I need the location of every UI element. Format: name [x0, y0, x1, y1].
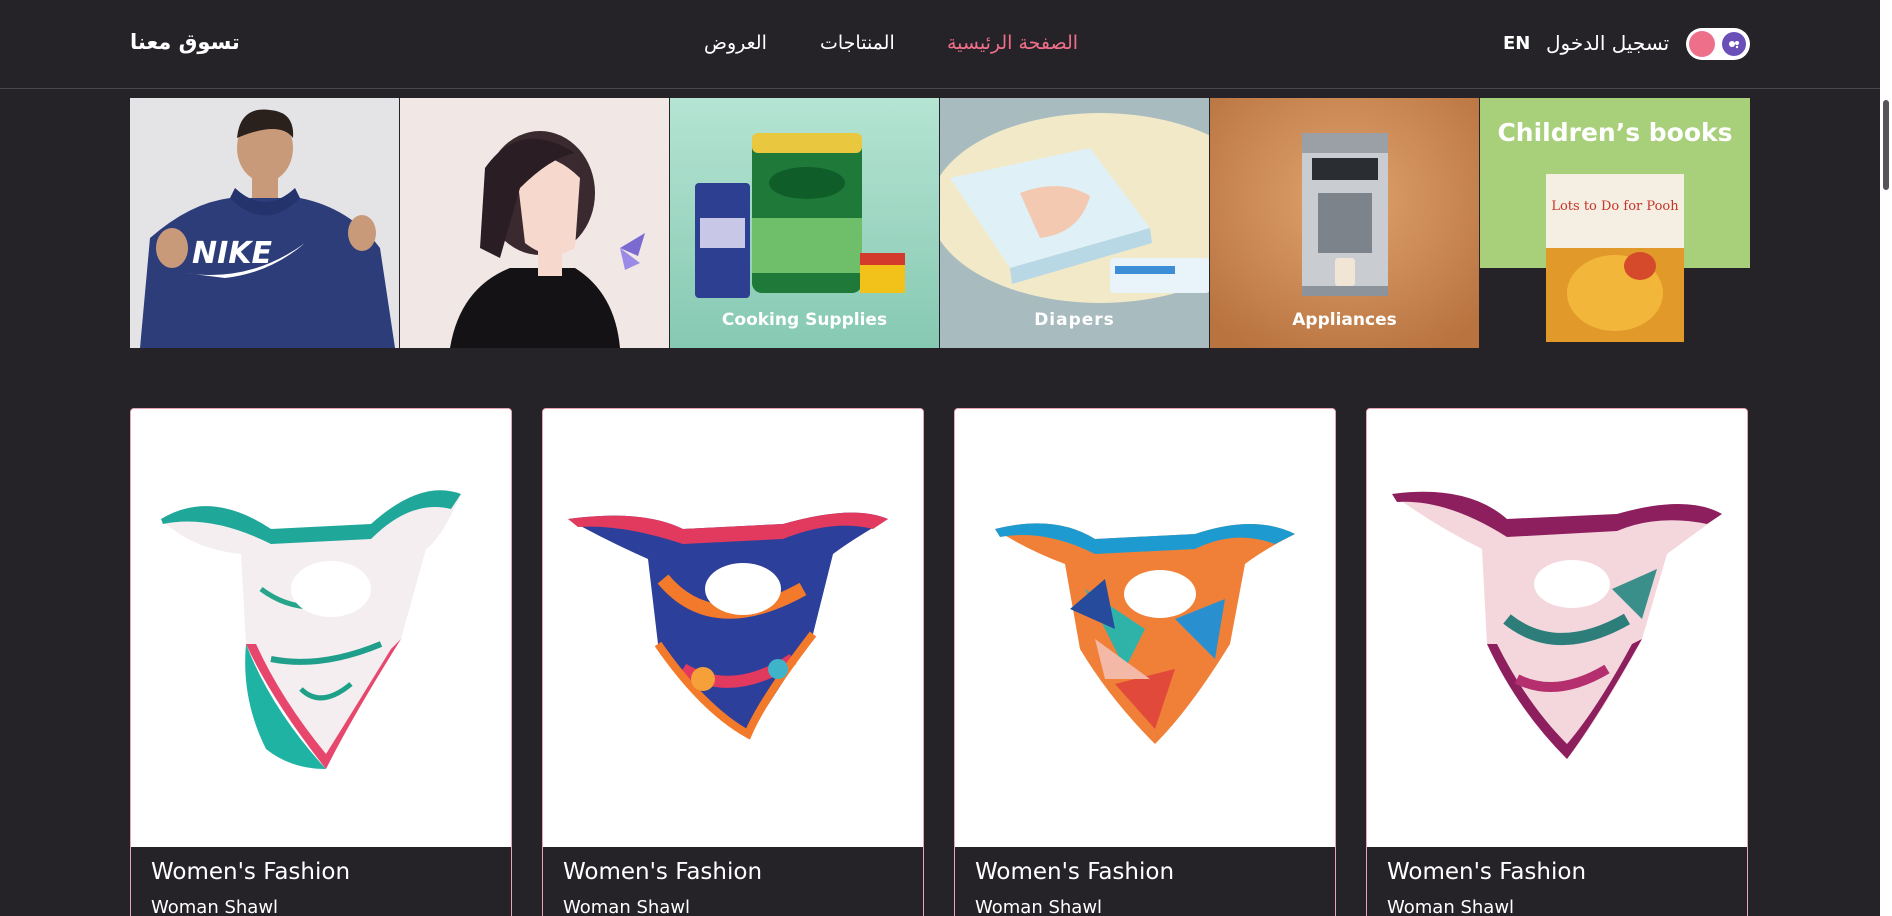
- category-tile-men[interactable]: NIKE: [130, 98, 400, 348]
- svg-text:NIKE: NIKE: [192, 236, 273, 271]
- shawl-image: [161, 490, 461, 769]
- nav-offers-link[interactable]: العروض: [704, 32, 767, 54]
- category-label: Appliances: [1292, 310, 1397, 330]
- product-title[interactable]: Woman Shawl: [563, 897, 903, 916]
- product-category: Women's Fashion: [151, 859, 351, 885]
- product-title[interactable]: Woman Shawl: [975, 897, 1315, 916]
- product-category: Women's Fashion: [563, 859, 763, 885]
- login-link[interactable]: تسجيل الدخول: [1546, 31, 1669, 55]
- product-title[interactable]: Woman Shawl: [1387, 897, 1727, 916]
- product-card-body: Women's Fashion Woman Shawl: [543, 847, 923, 916]
- svg-text:Lots to Do for Pooh: Lots to Do for Pooh: [1551, 199, 1679, 214]
- moon-icon: [1722, 32, 1746, 56]
- product-card-body: Women's Fashion Woman Shawl: [955, 847, 1335, 916]
- product-image[interactable]: [955, 409, 1335, 847]
- nav-home-link[interactable]: الصفحة الرئيسية: [947, 32, 1078, 54]
- product-card[interactable]: Women's Fashion Woman Shawl: [954, 408, 1336, 916]
- sun-icon: [1689, 31, 1715, 57]
- product-card-body: Women's Fashion Woman Shawl: [1367, 847, 1747, 916]
- nike-hoodie-image: NIKE: [130, 98, 399, 348]
- product-card[interactable]: Women's Fashion Woman Shawl: [1366, 408, 1748, 916]
- shawl-image: [995, 523, 1295, 744]
- product-image[interactable]: [1367, 409, 1747, 847]
- category-books-title: Children’s books: [1497, 118, 1733, 147]
- category-tile-appliances[interactable]: Appliances: [1210, 98, 1480, 348]
- category-tile-diapers[interactable]: Diapers: [940, 98, 1210, 348]
- product-image[interactable]: [131, 409, 511, 847]
- category-banners: NIKE Cooking Supplies Diapers Appliances…: [130, 98, 1750, 348]
- category-label: Cooking Supplies: [721, 310, 888, 330]
- shawl-image: [1392, 491, 1722, 759]
- nav-products-link[interactable]: المنتاجات: [820, 32, 895, 54]
- product-category: Women's Fashion: [975, 859, 1175, 885]
- product-card[interactable]: Women's Fashion Woman Shawl: [542, 408, 924, 916]
- category-label: Diapers: [1034, 310, 1115, 330]
- product-card-body: Women's Fashion Woman Shawl: [131, 847, 511, 916]
- product-card[interactable]: Women's Fashion Woman Shawl: [130, 408, 512, 916]
- category-tile-books[interactable]: Lots to Do for Pooh Children’s books: [1480, 98, 1750, 348]
- product-image[interactable]: [543, 409, 923, 847]
- page-scrollbar[interactable]: [1880, 0, 1892, 916]
- category-tile-cooking[interactable]: Cooking Supplies: [670, 98, 940, 348]
- scrollbar-thumb[interactable]: [1883, 100, 1889, 190]
- shawl-image: [568, 512, 888, 740]
- product-category: Women's Fashion: [1387, 859, 1587, 885]
- site-header: تسوق معنا العروض المنتاجات الصفحة الرئيس…: [0, 0, 1892, 89]
- theme-toggle[interactable]: [1686, 28, 1750, 60]
- product-title[interactable]: Woman Shawl: [151, 897, 491, 916]
- anime-girl-image: [400, 98, 669, 348]
- category-tile-women[interactable]: [400, 98, 670, 348]
- language-switch[interactable]: EN: [1503, 33, 1530, 54]
- product-grid: Women's Fashion Woman Shawl Women's Fash…: [130, 408, 1750, 916]
